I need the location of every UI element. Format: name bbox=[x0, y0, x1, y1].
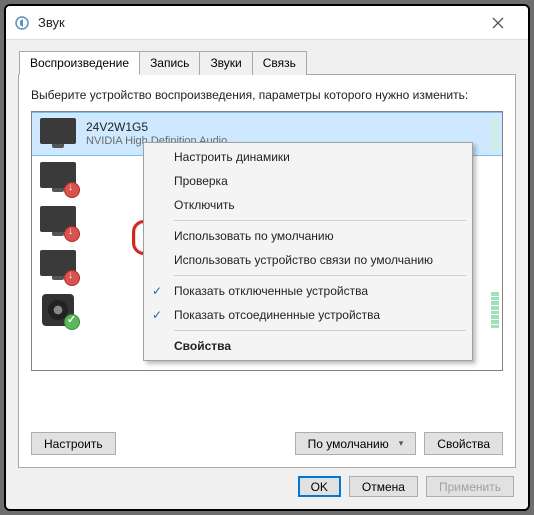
status-badge-disconnected bbox=[64, 270, 80, 286]
monitor-icon bbox=[38, 116, 78, 152]
window-title: Звук bbox=[38, 15, 476, 30]
menu-item-set-default-comm[interactable]: Использовать устройство связи по умолчан… bbox=[144, 248, 472, 272]
vu-meter bbox=[491, 117, 499, 151]
cancel-button[interactable]: Отмена bbox=[349, 476, 418, 497]
status-badge-disconnected bbox=[64, 182, 80, 198]
menu-item-show-disconnected[interactable]: Показать отсоединенные устройства bbox=[144, 303, 472, 327]
dialog-buttons: OK Отмена Применить bbox=[298, 476, 514, 497]
menu-item-test[interactable]: Проверка bbox=[144, 169, 472, 193]
titlebar: Звук bbox=[6, 6, 528, 40]
context-menu: Настроить динамики Проверка Отключить Ис… bbox=[143, 142, 473, 361]
ok-button[interactable]: OK bbox=[298, 476, 341, 497]
vu-meter bbox=[491, 292, 499, 328]
monitor-icon bbox=[38, 204, 78, 240]
tab-playback[interactable]: Воспроизведение bbox=[19, 51, 140, 75]
menu-item-show-disabled[interactable]: Показать отключенные устройства bbox=[144, 279, 472, 303]
menu-separator bbox=[174, 220, 466, 221]
menu-item-set-default[interactable]: Использовать по умолчанию bbox=[144, 224, 472, 248]
apply-button[interactable]: Применить bbox=[426, 476, 514, 497]
set-default-dropdown[interactable]: По умолчанию bbox=[295, 432, 417, 455]
properties-button[interactable]: Свойства bbox=[424, 432, 503, 455]
tab-sounds[interactable]: Звуки bbox=[199, 51, 252, 75]
set-default-label: По умолчанию bbox=[308, 437, 389, 451]
menu-item-configure-speakers[interactable]: Настроить динамики bbox=[144, 145, 472, 169]
device-list[interactable]: 24V2W1G5 NVIDIA High Definition Audio bbox=[31, 111, 503, 371]
playback-tab-pane: Выберите устройство воспроизведения, пар… bbox=[18, 74, 516, 468]
tab-communications[interactable]: Связь bbox=[252, 51, 307, 75]
tab-recording[interactable]: Запись bbox=[139, 51, 200, 75]
menu-item-disable[interactable]: Отключить bbox=[144, 193, 472, 217]
app-icon bbox=[14, 15, 30, 31]
dialog-body: Воспроизведение Запись Звуки Связь Выбер… bbox=[6, 40, 528, 509]
monitor-icon bbox=[38, 248, 78, 284]
menu-item-properties[interactable]: Свойства bbox=[144, 334, 472, 358]
tab-buttons-row: Настроить По умолчанию Свойства bbox=[31, 432, 503, 455]
sound-dialog: Звук Воспроизведение Запись Звуки Связь … bbox=[4, 4, 530, 511]
status-badge-disconnected bbox=[64, 226, 80, 242]
instruction-text: Выберите устройство воспроизведения, пар… bbox=[31, 87, 503, 103]
configure-button[interactable]: Настроить bbox=[31, 432, 116, 455]
tab-bar: Воспроизведение Запись Звуки Связь bbox=[19, 50, 516, 74]
monitor-icon bbox=[38, 160, 78, 196]
menu-separator bbox=[174, 330, 466, 331]
close-button[interactable] bbox=[476, 8, 520, 38]
speaker-icon bbox=[38, 292, 78, 328]
menu-separator bbox=[174, 275, 466, 276]
device-name: 24V2W1G5 bbox=[86, 120, 227, 134]
status-badge-default bbox=[64, 314, 80, 330]
